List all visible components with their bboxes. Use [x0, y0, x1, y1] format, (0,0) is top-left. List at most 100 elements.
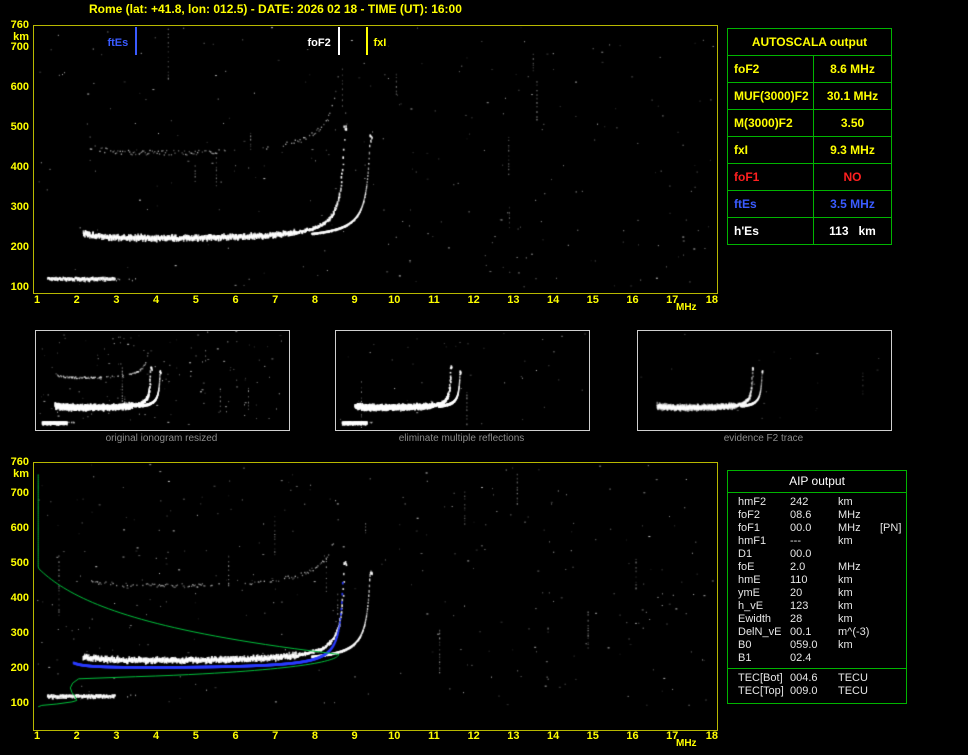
top-y-tick-700: 700 [10, 41, 29, 53]
aip-value: 02.4 [790, 652, 812, 664]
autoscala-row: fxI 9.3 MHz [728, 136, 891, 163]
foF2-marker-line [337, 27, 340, 55]
thumbnail-caption-f2: evidence F2 trace [723, 433, 804, 444]
aip-param: h_vE [738, 600, 764, 612]
bottom-x-tick-15: 15 [586, 730, 599, 742]
ftEs-marker-line [135, 27, 138, 55]
aip-value: 20 [790, 587, 803, 599]
foF2-marker-label: foF2 [305, 37, 333, 49]
aip-row: D1 00.0 [728, 548, 906, 561]
top-x-tick-7: 7 [272, 294, 279, 306]
aip-tec-row: TEC[Bot] 004.6 TECU [728, 672, 906, 685]
aip-row: ymE 20 km [728, 587, 906, 600]
aip-param: DelN_vE [738, 626, 782, 638]
bottom-y-tick-400: 400 [10, 592, 29, 604]
fxI-marker-line [365, 27, 368, 55]
top-x-tick-2: 2 [73, 294, 80, 306]
ftEs-marker-label: ftEs [105, 37, 131, 49]
ionogram-plot-bottom [33, 462, 718, 731]
autoscala-table-header: AUTOSCALA output [751, 35, 868, 49]
bottom-x-tick-9: 9 [351, 730, 358, 742]
bottom-x-tick-4: 4 [153, 730, 160, 742]
top-x-tick-8: 8 [311, 294, 318, 306]
aip-value: 004.6 [790, 672, 818, 684]
aip-tec-row: TEC[Top] 009.0 TECU [728, 685, 906, 698]
thumbnail-canvas-original [36, 331, 287, 428]
autoscala-row: foF2 8.6 MHz [728, 55, 891, 82]
top-y-tick-200: 200 [10, 241, 29, 253]
aip-unit: km [838, 574, 853, 586]
bottom-x-tick-7: 7 [272, 730, 279, 742]
autoscala-row: foF1 NO [728, 163, 891, 190]
top-x-unit-label: MHz [676, 302, 697, 313]
aip-value: 28 [790, 613, 803, 625]
aip-row: DelN_vE 00.1 m^(-3) [728, 626, 906, 639]
bottom-x-tick-16: 16 [626, 730, 639, 742]
thumbnail-caption-multiples: eliminate multiple reflections [398, 433, 525, 444]
aip-param: hmF1 [738, 535, 767, 547]
autoscala-param: M(3000)F2 [728, 110, 814, 136]
ionogram-trace-canvas-top [34, 26, 715, 291]
top-x-tick-12: 12 [467, 294, 480, 306]
autoscala-param: MUF(3000)F2 [728, 83, 814, 109]
aip-unit [838, 548, 878, 561]
aip-output-table: AIP output hmF2 242 km foF2 08.6 MHz foF1 00.0 M… [727, 470, 907, 704]
autoscala-value: 113 km [829, 224, 876, 238]
top-x-tick-3: 3 [113, 294, 120, 306]
aip-unit: km [838, 535, 853, 547]
thumbnail-multiples-removed [335, 330, 590, 431]
aip-row: foF1 00.0 MHz [PN] [728, 522, 906, 535]
aip-param: B1 [738, 652, 752, 664]
autoscala-value: 9.3 MHz [830, 143, 875, 157]
aip-row: h_vE 123 km [728, 600, 906, 613]
top-x-tick-15: 15 [586, 294, 599, 306]
aip-row: B1 02.4 [728, 652, 906, 665]
aip-row: foE 2.0 MHz [728, 561, 906, 574]
aip-unit: MHz [838, 561, 861, 573]
autoscala-row: ftEs 3.5 MHz [728, 190, 891, 217]
aip-table-header: AIP output [728, 471, 906, 493]
autoscala-value: 8.6 MHz [830, 62, 875, 76]
autoscala-value: 30.1 MHz [826, 89, 879, 103]
aip-row: hmE 110 km [728, 574, 906, 587]
top-y-tick-300: 300 [10, 201, 29, 213]
fxI-marker-label: fxI [371, 37, 389, 49]
aip-value: 059.0 [790, 639, 818, 651]
top-y-max-label: 760 [10, 19, 29, 31]
aip-unit: km [838, 613, 853, 625]
top-y-tick-600: 600 [10, 81, 29, 93]
aip-unit [838, 652, 878, 665]
aip-value: --- [790, 535, 801, 547]
aip-param: TEC[Bot] [738, 672, 783, 684]
aip-row: hmF1 --- km [728, 535, 906, 548]
autoscala-param: foF2 [728, 56, 814, 82]
bottom-y-tick-200: 200 [10, 662, 29, 674]
aip-param: D1 [738, 548, 753, 560]
top-x-tick-10: 10 [388, 294, 401, 306]
aip-unit: TECU [838, 672, 868, 684]
thumbnail-original-ionogram [35, 330, 290, 431]
autoscala-row: M(3000)F2 3.50 [728, 109, 891, 136]
top-x-tick-13: 13 [507, 294, 520, 306]
bottom-y-tick-500: 500 [10, 557, 29, 569]
aip-unit: km [838, 600, 853, 612]
aip-row: hmF2 242 km [728, 496, 906, 509]
autoscala-param: h'Es [728, 218, 814, 244]
bottom-y-tick-100: 100 [10, 697, 29, 709]
top-x-tick-14: 14 [546, 294, 560, 306]
aip-row: foF2 08.6 MHz [728, 509, 906, 522]
aip-param: ymE [738, 587, 760, 599]
aip-unit: MHz [838, 509, 861, 521]
bottom-x-tick-5: 5 [192, 730, 199, 742]
aip-tec-block: TEC[Bot] 004.6 TECU TEC[Top] 009.0 TECU [728, 668, 906, 698]
aip-param: foE [738, 561, 755, 573]
bottom-x-tick-13: 13 [507, 730, 520, 742]
aip-row: Ewidth 28 km [728, 613, 906, 626]
bottom-x-tick-1: 1 [33, 730, 41, 742]
aip-param: foF1 [738, 522, 761, 534]
bottom-x-tick-11: 11 [428, 730, 440, 742]
aip-value: 00.0 [790, 522, 812, 534]
aip-table-body: hmF2 242 km foF2 08.6 MHz foF1 00.0 MHz [PN] hmF1 -… [728, 496, 906, 665]
top-x-tick-9: 9 [351, 294, 358, 306]
bottom-x-unit-label: MHz [676, 738, 697, 749]
